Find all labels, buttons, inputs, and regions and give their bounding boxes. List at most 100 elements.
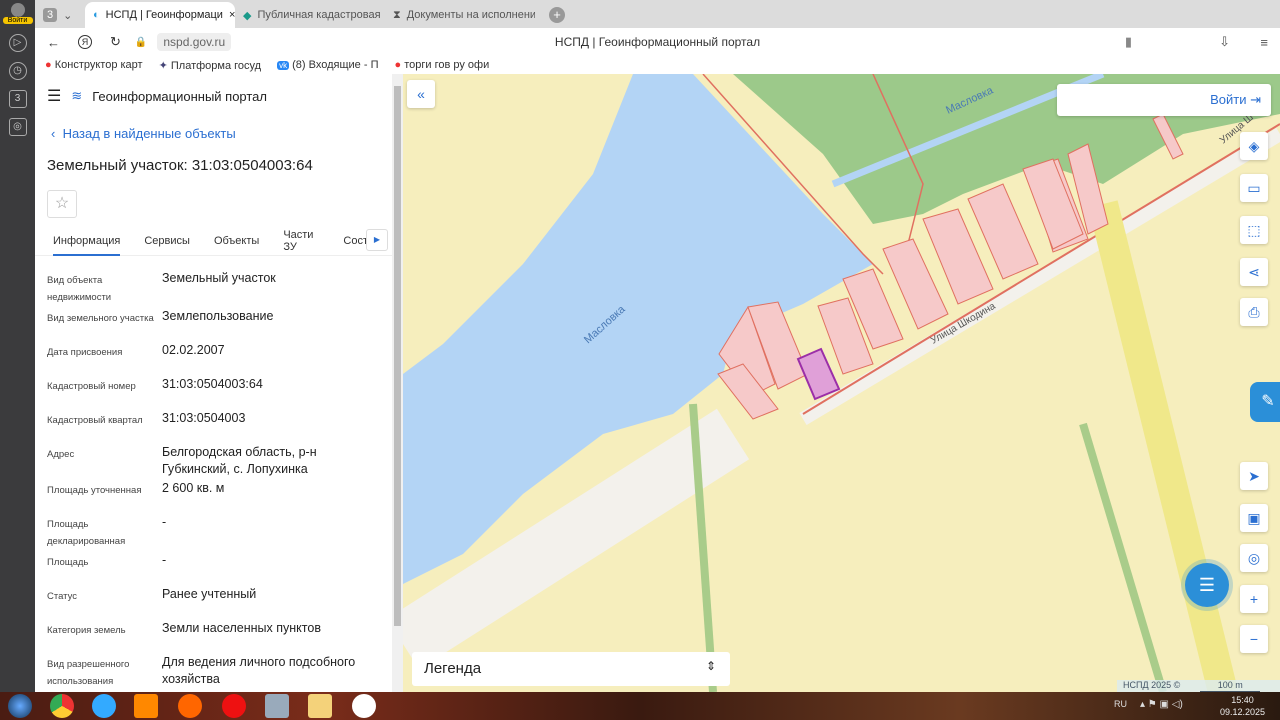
favorite-button[interactable]: ☆ bbox=[47, 190, 77, 218]
page-title: НСПД | Геоинформационный портал bbox=[554, 35, 761, 49]
profile-button[interactable]: Войти bbox=[2, 3, 33, 24]
property-row: Кадастровый квартал 31:03:0504003 bbox=[35, 408, 392, 442]
property-row: Вид земельного участка Землепользование bbox=[35, 306, 392, 340]
tab-documents[interactable]: ⧗ Документы на исполнени bbox=[385, 2, 535, 28]
zoom-out-button[interactable]: − bbox=[1240, 625, 1268, 653]
property-value: 2 600 кв. м bbox=[162, 481, 225, 495]
language-indicator[interactable]: RU bbox=[1114, 699, 1127, 709]
legend-toggle[interactable]: Легенда ⇕ bbox=[412, 652, 730, 686]
vk-icon: vk bbox=[277, 61, 290, 70]
scale-bar: 100 m bbox=[1200, 680, 1261, 692]
property-value: Землепользование bbox=[162, 309, 274, 323]
property-value: 31:03:0504003 bbox=[162, 411, 246, 425]
pin-icon: ● bbox=[45, 59, 52, 71]
property-value: - bbox=[162, 553, 167, 567]
tab-services[interactable]: Сервисы bbox=[144, 235, 190, 247]
zoom-in-button[interactable]: + bbox=[1240, 585, 1268, 613]
info-panel: ☰ ≋ Геоинформационный портал ‹ Назад в н… bbox=[35, 74, 392, 692]
login-icon: ⇥ bbox=[1250, 92, 1261, 107]
clock[interactable]: 15:40 09.12.2025 bbox=[1220, 694, 1265, 718]
tab-nspd[interactable]: ◐ НСПД | Геоинформаци × bbox=[85, 2, 235, 28]
layers-button[interactable]: ◈ bbox=[1240, 132, 1268, 160]
bookmarks-bar: ● Конструктор карт ✦ Платформа госуд vk … bbox=[35, 56, 1280, 74]
property-label: Дата присвоения bbox=[47, 347, 123, 358]
info-tabs: Информация Сервисы Объекты Части ЗУ Сост… bbox=[35, 226, 392, 256]
globe-icon: ◐ bbox=[93, 9, 100, 21]
bookmark-item[interactable]: ● Конструктор карт bbox=[45, 59, 143, 71]
bookmark-item[interactable]: ✦ Платформа госуд bbox=[159, 59, 261, 72]
expand-icon: ⇕ bbox=[705, 659, 716, 673]
property-row: Адрес Белгородская область, р-н Губкински… bbox=[35, 442, 392, 478]
collapse-panel-button[interactable]: « bbox=[407, 80, 435, 108]
property-row: Вид разрешенного использования Для ведени… bbox=[35, 652, 392, 690]
screenshot-icon[interactable]: ◎ bbox=[8, 118, 27, 136]
property-row: Площадь уточненная 2 600 кв. м bbox=[35, 478, 392, 512]
print-button[interactable]: ⎙ bbox=[1240, 298, 1268, 326]
property-value: Земли населенных пунктов bbox=[162, 621, 321, 635]
property-label: Статус bbox=[47, 591, 78, 602]
property-value: Земельный участок bbox=[162, 271, 276, 285]
new-tab-button[interactable]: + bbox=[549, 7, 565, 23]
ruler-button[interactable]: ▭ bbox=[1240, 174, 1268, 202]
taskbar: RU ▴ ⚑ ▣ ◁) 15:40 09.12.2025 bbox=[0, 692, 1280, 720]
attribution-bar: НСПД 2025 © 100 m bbox=[1117, 680, 1280, 692]
bookmark-item[interactable]: ● торги гов ру офи bbox=[394, 59, 489, 71]
property-row: Дата присвоения 02.02.2007 bbox=[35, 340, 392, 374]
menu-icon[interactable]: ≡ bbox=[1260, 35, 1268, 50]
hamburger-icon[interactable]: ☰ bbox=[47, 86, 61, 106]
tab-info[interactable]: Информация bbox=[53, 226, 121, 256]
network-icon[interactable] bbox=[265, 694, 289, 718]
tabs-scroll-right-button[interactable]: ▶ bbox=[366, 229, 388, 251]
selected-parcel[interactable] bbox=[796, 347, 841, 401]
firefox-icon[interactable] bbox=[178, 694, 202, 718]
property-label: Категория земель bbox=[47, 625, 126, 636]
video-icon[interactable]: ▷ bbox=[8, 34, 27, 52]
tab-cadastral[interactable]: ◆ Публичная кадастровая bbox=[235, 2, 385, 28]
tabs-count-icon[interactable]: 3 bbox=[8, 90, 27, 108]
panel-scrollbar[interactable] bbox=[392, 74, 403, 692]
download-icon[interactable]: ⇩ bbox=[1219, 34, 1230, 50]
property-label: Кадастровый квартал bbox=[47, 415, 143, 426]
tab-objects[interactable]: Объекты bbox=[214, 235, 259, 247]
property-row: Площадь декларированная - bbox=[35, 512, 392, 550]
property-value: Белгородская область, р-н Губкинский, с.… bbox=[162, 445, 317, 476]
locate-button[interactable]: ➤ bbox=[1240, 462, 1268, 490]
property-row: Категория земель Земли населенных пунктов bbox=[35, 618, 392, 652]
app-name: Геоинформационный портал bbox=[92, 88, 267, 104]
bookmark-item[interactable]: vk (8) Входящие - П bbox=[277, 59, 378, 71]
back-to-results-link[interactable]: ‹ Назад в найденные объекты bbox=[35, 118, 392, 149]
start-button[interactable] bbox=[8, 694, 32, 718]
map-canvas: Масловка Масловка Улица Шкодина Улица Ш bbox=[403, 74, 1280, 692]
property-label: Площадь уточненная bbox=[47, 485, 142, 496]
ie-icon[interactable] bbox=[92, 694, 116, 718]
folder-icon[interactable] bbox=[308, 694, 332, 718]
tab-parts[interactable]: Части ЗУ bbox=[283, 229, 319, 253]
bookmark-icon[interactable]: ▮ bbox=[1125, 34, 1132, 50]
property-row: Статус Ранее учтенный bbox=[35, 584, 392, 618]
tray-icons[interactable]: ▴ ⚑ ▣ ◁) bbox=[1140, 699, 1183, 710]
chrome-icon[interactable] bbox=[50, 694, 74, 718]
geo-search-button[interactable]: ◎ bbox=[1240, 544, 1268, 572]
minimap-button[interactable]: ▣ bbox=[1240, 504, 1268, 532]
object-title: Земельный участок: 31:03:0504003:64 bbox=[47, 157, 313, 174]
property-value: Для ведения личного подсобного хозяйства bbox=[162, 655, 356, 686]
property-label: Адрес bbox=[47, 449, 75, 460]
tab-group-button[interactable]: 3 ⌄ bbox=[35, 2, 85, 28]
login-button[interactable]: Войти ⇥ bbox=[1057, 84, 1271, 116]
chat-button[interactable]: ☰ bbox=[1185, 563, 1229, 607]
star-icon: ☆ bbox=[54, 195, 70, 212]
yandex-browser-icon[interactable] bbox=[352, 694, 376, 718]
property-row: Кадастровый номер 31:03:0504003:64 bbox=[35, 374, 392, 408]
share-button[interactable]: ⋖ bbox=[1240, 258, 1268, 286]
tab-bar: 3 ⌄ ◐ НСПД | Геоинформаци × ◆ Публичная кад… bbox=[35, 0, 1280, 28]
property-label: Кадастровый номер bbox=[47, 381, 136, 392]
hourglass-icon: ⧗ bbox=[393, 8, 401, 21]
select-area-button[interactable]: ⬚ bbox=[1240, 216, 1268, 244]
opera-icon[interactable] bbox=[222, 694, 246, 718]
history-icon[interactable]: ◷ bbox=[8, 62, 27, 80]
feedback-widget[interactable]: ✎ bbox=[1250, 382, 1280, 422]
media-icon[interactable] bbox=[134, 694, 158, 718]
address-bar: ← Я ↻ 🔒 nspd.gov.ru НСПД | Геоинформацио… bbox=[35, 28, 1280, 56]
property-label: Вид объекта недвижимости bbox=[47, 275, 112, 303]
map-view[interactable]: Масловка Масловка Улица Шкодина Улица Ш … bbox=[403, 74, 1280, 692]
